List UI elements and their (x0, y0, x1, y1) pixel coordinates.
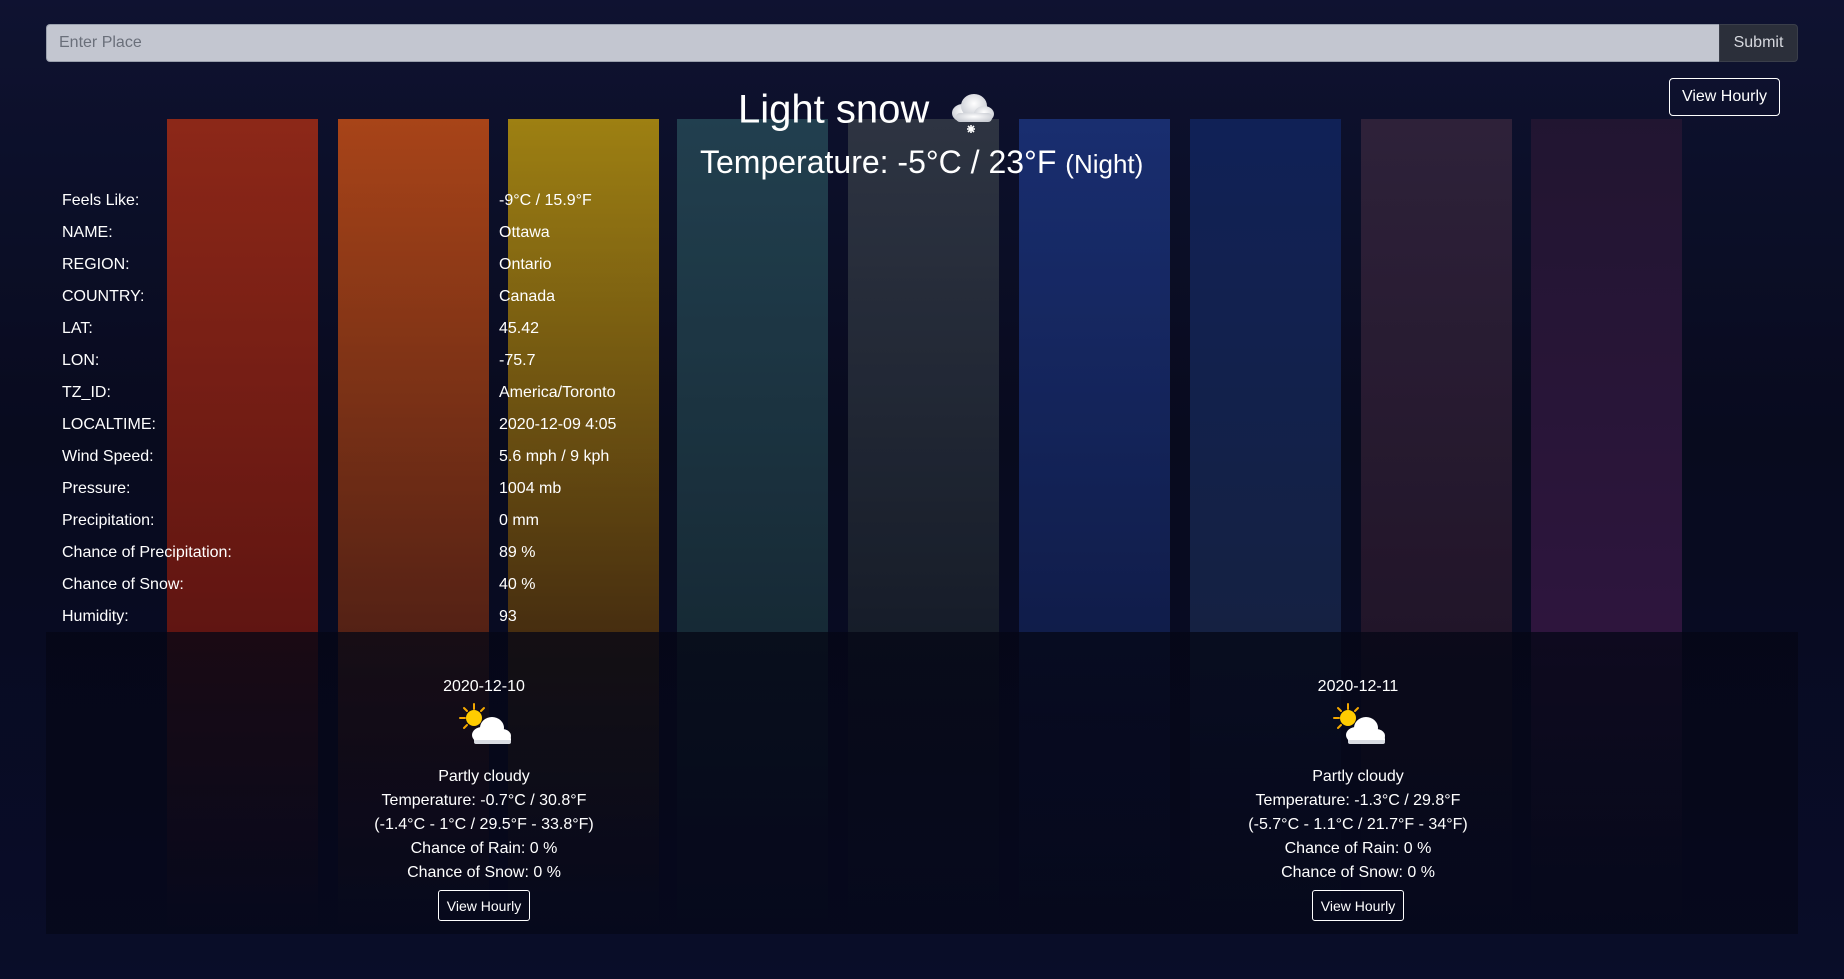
current-condition-text: Light snow (738, 87, 930, 132)
detail-value: Ottawa (499, 224, 550, 241)
detail-label: Feels Like: (62, 192, 140, 209)
detail-value: 40 % (499, 576, 536, 593)
forecast-chance-of-snow: Chance of Snow: 0 % (1281, 864, 1435, 881)
detail-label: Precipitation: (62, 512, 155, 529)
detail-value: 45.42 (499, 320, 540, 337)
detail-value: -75.7 (499, 352, 536, 369)
detail-value: -9°C / 15.9°F (499, 192, 592, 209)
light-snow-cloud-icon (946, 89, 996, 134)
detail-value: 1004 mb (499, 480, 562, 497)
forecast-date: 2020-12-10 (443, 678, 525, 695)
detail-value: 5.6 mph / 9 kph (499, 448, 610, 465)
detail-value: 93 (499, 608, 517, 625)
detail-label: REGION: (62, 256, 130, 273)
detail-value: America/Toronto (499, 384, 616, 401)
detail-label: Chance of Snow: (62, 576, 184, 593)
detail-label: Wind Speed: (62, 448, 154, 465)
search-form: Submit (46, 24, 1798, 62)
detail-value: 0 mm (499, 512, 539, 529)
detail-value: 89 % (499, 544, 536, 561)
detail-value: 2020-12-09 4:05 (499, 416, 617, 433)
partly-cloudy-icon (1178, 700, 1538, 752)
detail-label: LOCALTIME: (62, 416, 156, 433)
forecast-condition: Partly cloudy (1312, 768, 1404, 785)
detail-label: TZ_ID: (62, 384, 111, 401)
forecast-chance-of-snow: Chance of Snow: 0 % (407, 864, 561, 881)
detail-label: COUNTRY: (62, 288, 145, 305)
forecast-chance-of-rain: Chance of Rain: 0 % (410, 840, 558, 857)
detail-value: Ontario (499, 256, 552, 273)
view-hourly-button[interactable]: View Hourly (1669, 78, 1780, 116)
place-search-input[interactable] (46, 24, 1719, 62)
detail-label: LON: (62, 352, 100, 369)
current-temperature: Temperature: -5°C / 23°F (Night) (700, 143, 1143, 183)
forecast-condition: Partly cloudy (438, 768, 530, 785)
forecast-temperature: Temperature: -0.7°C / 30.8°F (381, 792, 587, 809)
forecast-view-hourly-button[interactable]: View Hourly (438, 890, 530, 921)
submit-button[interactable]: Submit (1719, 24, 1798, 62)
time-of-day-label: (Night) (1065, 149, 1144, 179)
forecast-temperature-range: (-1.4°C - 1°C / 29.5°F - 33.8°F) (374, 816, 594, 833)
current-temperature-value: Temperature: -5°C / 23°F (700, 144, 1057, 180)
forecast-temperature: Temperature: -1.3°C / 29.8°F (1255, 792, 1461, 809)
forecast-chance-of-rain: Chance of Rain: 0 % (1284, 840, 1432, 857)
forecast-day-card: 2020-12-11 Partly cloudy Temperature: -1… (1178, 678, 1538, 928)
forecast-date: 2020-12-11 (1317, 678, 1399, 695)
detail-label: LAT: (62, 320, 93, 337)
forecast-temperature-range: (-5.7°C - 1.1°C / 21.7°F - 34°F) (1248, 816, 1468, 833)
detail-label: Chance of Precipitation: (62, 544, 232, 561)
forecast-view-hourly-button[interactable]: View Hourly (1312, 890, 1404, 921)
forecast-day-card: 2020-12-10 Partly cloudy Temperature: -0… (304, 678, 664, 928)
current-condition-heading: Light snow (738, 84, 996, 134)
detail-label: NAME: (62, 224, 113, 241)
detail-value: Canada (499, 288, 556, 305)
detail-label: Pressure: (62, 480, 131, 497)
partly-cloudy-icon (304, 700, 664, 752)
detail-label: Humidity: (62, 608, 129, 625)
